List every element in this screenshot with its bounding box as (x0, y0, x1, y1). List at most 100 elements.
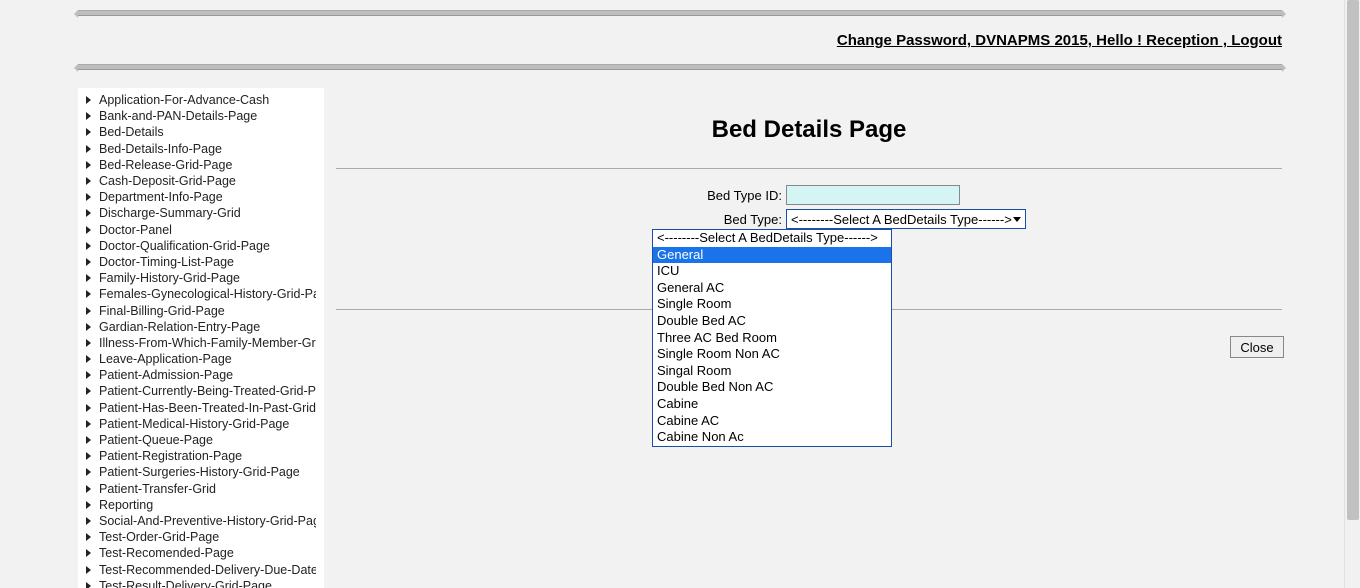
sidebar-item[interactable]: Patient-Admission-Page (78, 367, 324, 383)
sidebar-item-label: Bank-and-PAN-Details-Page (99, 109, 257, 123)
sidebar-item-label: Patient-Surgeries-History-Grid-Page (99, 465, 300, 479)
change-password-link[interactable]: Change Password, (837, 32, 971, 49)
triangle-right-icon (86, 290, 91, 298)
dropdown-option[interactable]: Single Room (653, 296, 891, 313)
dropdown-option[interactable]: ICU (653, 263, 891, 280)
sidebar-item[interactable]: Patient-Queue-Page (78, 432, 324, 448)
dropdown-option[interactable]: Cabine (653, 396, 891, 413)
sidebar-item[interactable]: Gardian-Relation-Entry-Page (78, 319, 324, 335)
sidebar-item[interactable]: Department-Info-Page (78, 189, 324, 205)
sidebar-item[interactable]: Bank-and-PAN-Details-Page (78, 108, 324, 124)
greeting-link[interactable]: Hello ! Reception , (1096, 32, 1227, 49)
sidebar-item-label: Doctor-Qualification-Grid-Page (99, 239, 270, 253)
sidebar-item[interactable]: Patient-Medical-History-Grid-Page (78, 416, 324, 432)
sidebar-item-label: Social-And-Preventive-History-Grid-Page (99, 514, 316, 528)
sidebar-item-label: Doctor-Timing-List-Page (99, 255, 234, 269)
dropdown-option[interactable]: Cabine Non Ac (653, 429, 891, 446)
scroll-thumb[interactable] (1347, 0, 1359, 520)
dropdown-option[interactable]: <--------Select A BedDetails Type------> (653, 230, 891, 247)
sidebar-item[interactable]: Patient-Surgeries-History-Grid-Page (78, 464, 324, 480)
sidebar-item[interactable]: Patient-Registration-Page (78, 448, 324, 464)
sidebar-item[interactable]: Leave-Application-Page (78, 351, 324, 367)
dropdown-option[interactable]: Singal Room (653, 363, 891, 380)
sidebar-item[interactable]: Test-Order-Grid-Page (78, 529, 324, 545)
sidebar-item-label: Doctor-Panel (99, 223, 172, 237)
triangle-right-icon (86, 177, 91, 185)
sidebar-item-label: Test-Recomended-Page (99, 546, 234, 560)
sidebar-item-label: Bed-Details (99, 125, 164, 139)
triangle-right-icon (86, 274, 91, 282)
sidebar-item-label: Illness-From-Which-Family-Member-Grid (99, 336, 316, 350)
triangle-right-icon (86, 468, 91, 476)
sidebar-item-label: Discharge-Summary-Grid (99, 206, 241, 220)
sidebar-item-label: Patient-Medical-History-Grid-Page (99, 417, 289, 431)
sidebar-item[interactable]: Test-Recommended-Delivery-Due-Date (78, 561, 324, 577)
bed-type-select[interactable]: <--------Select A BedDetails Type------> (786, 209, 1026, 229)
triangle-right-icon (86, 533, 91, 541)
sidebar-item[interactable]: Doctor-Panel (78, 222, 324, 238)
dropdown-option[interactable]: Single Room Non AC (653, 346, 891, 363)
sidebar-item[interactable]: Family-History-Grid-Page (78, 270, 324, 286)
bed-type-id-label: Bed Type ID: (536, 188, 786, 203)
bed-type-id-input[interactable] (786, 185, 960, 205)
triangle-right-icon (86, 452, 91, 460)
dropdown-option[interactable]: General (653, 247, 891, 264)
top-divider (78, 10, 1282, 16)
dropdown-option[interactable]: General AC (653, 280, 891, 297)
sidebar-item-label: Application-For-Advance-Cash (99, 93, 269, 107)
sidebar-item[interactable]: Bed-Details-Info-Page (78, 141, 324, 157)
dropdown-option[interactable]: Cabine AC (653, 413, 891, 430)
sidebar-item-label: Department-Info-Page (99, 190, 223, 204)
sidebar-item[interactable]: Patient-Transfer-Grid (78, 481, 324, 497)
sidebar-item[interactable]: Discharge-Summary-Grid (78, 205, 324, 221)
sidebar-item[interactable]: Cash-Deposit-Grid-Page (78, 173, 324, 189)
sidebar-item-label: Test-Recommended-Delivery-Due-Date (99, 563, 316, 577)
triangle-right-icon (86, 258, 91, 266)
close-button[interactable]: Close (1230, 336, 1284, 358)
triangle-right-icon (86, 355, 91, 363)
sidebar-item[interactable]: Illness-From-Which-Family-Member-Grid (78, 335, 324, 351)
sidebar-item[interactable]: Doctor-Qualification-Grid-Page (78, 238, 324, 254)
bed-type-dropdown: <--------Select A BedDetails Type------>… (652, 229, 892, 447)
sidebar-item[interactable]: Patient-Has-Been-Treated-In-Past-Grid-Pa… (78, 400, 324, 416)
triangle-right-icon (86, 501, 91, 509)
page-scrollbar[interactable] (1344, 0, 1360, 588)
sidebar-item[interactable]: Test-Recomended-Page (78, 545, 324, 561)
page-title: Bed Details Page (336, 88, 1282, 168)
sidebar-item-label: Leave-Application-Page (99, 352, 232, 366)
chevron-down-icon (1013, 217, 1021, 222)
triangle-right-icon (86, 226, 91, 234)
sidebar-item[interactable]: Application-For-Advance-Cash (78, 92, 324, 108)
sidebar-item-label: Bed-Release-Grid-Page (99, 158, 232, 172)
sidebar-item[interactable]: Bed-Details (78, 124, 324, 140)
bed-type-label: Bed Type: (536, 212, 786, 227)
sidebar-item[interactable]: Reporting (78, 497, 324, 513)
sidebar-item[interactable]: Females-Gynecological-History-Grid-Page (78, 286, 324, 302)
dropdown-option[interactable]: Double Bed AC (653, 313, 891, 330)
sidebar-item[interactable]: Final-Billing-Grid-Page (78, 302, 324, 318)
logout-link[interactable]: Logout (1231, 32, 1282, 49)
header-divider (78, 64, 1282, 70)
sidebar-item-label: Family-History-Grid-Page (99, 271, 240, 285)
sidebar-item[interactable]: Patient-Currently-Being-Treated-Grid-Pag… (78, 383, 324, 399)
sidebar-item[interactable]: Doctor-Timing-List-Page (78, 254, 324, 270)
sidebar-item-label: Patient-Transfer-Grid (99, 482, 216, 496)
triangle-right-icon (86, 549, 91, 557)
sidebar-item-label: Test-Order-Grid-Page (99, 530, 219, 544)
sidebar-item-label: Cash-Deposit-Grid-Page (99, 174, 236, 188)
dropdown-option[interactable]: Three AC Bed Room (653, 330, 891, 347)
triangle-right-icon (86, 193, 91, 201)
sidebar-nav: Application-For-Advance-Cash Bank-and-PAN… (78, 88, 324, 588)
sidebar-item-label: Reporting (99, 498, 153, 512)
sidebar-item[interactable]: Bed-Release-Grid-Page (78, 157, 324, 173)
triangle-right-icon (86, 323, 91, 331)
triangle-right-icon (86, 339, 91, 347)
sidebar-item[interactable]: Social-And-Preventive-History-Grid-Page (78, 513, 324, 529)
triangle-right-icon (86, 145, 91, 153)
sidebar-item-label: Gardian-Relation-Entry-Page (99, 320, 260, 334)
product-name-link[interactable]: DVNAPMS 2015, (975, 32, 1092, 49)
sidebar-item-label: Patient-Currently-Being-Treated-Grid-Pag… (99, 384, 316, 398)
sidebar-item-label: Bed-Details-Info-Page (99, 142, 222, 156)
dropdown-option[interactable]: Double Bed Non AC (653, 379, 891, 396)
sidebar-item[interactable]: Test-Result-Delivery-Grid-Page (78, 578, 324, 588)
